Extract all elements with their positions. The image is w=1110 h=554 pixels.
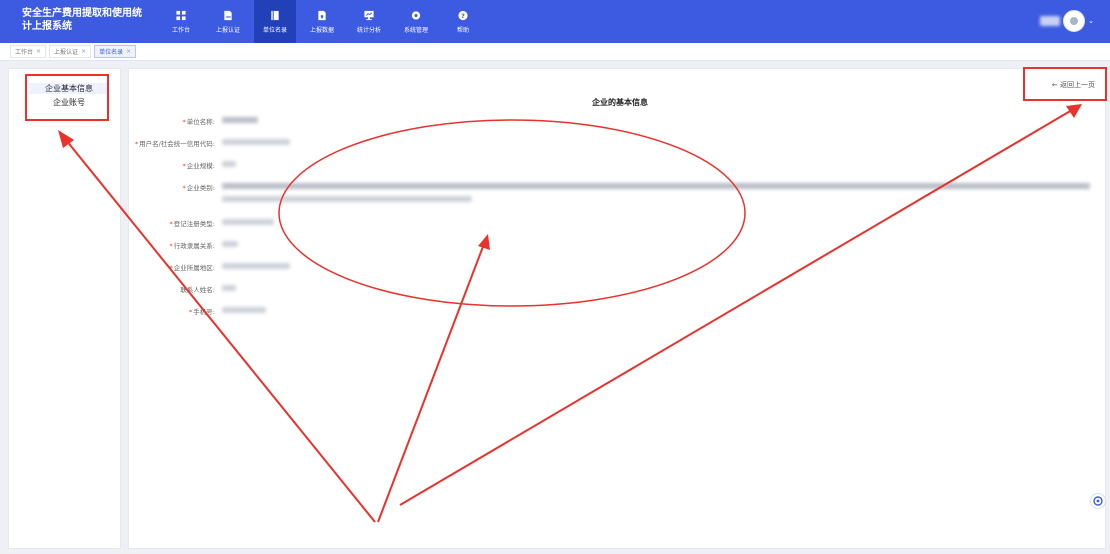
- document-icon: [224, 10, 232, 20]
- redacted-value: [222, 117, 258, 123]
- field-label-text: 企业类别:: [186, 184, 215, 192]
- nav-item-statistics[interactable]: 统计分析: [348, 0, 390, 43]
- redacted-value: [222, 183, 1090, 189]
- field-label-text: 企业所属地区:: [173, 264, 215, 272]
- field-label-phone: *手机号:: [189, 306, 215, 316]
- username-redacted: [1040, 16, 1061, 26]
- chart-monitor-icon: [364, 10, 374, 20]
- sidebar: 企业基本信息 企业账号: [8, 68, 121, 549]
- field-label-credit-code: *用户名/社会统一信用代码:: [135, 138, 215, 148]
- required-mark: *: [189, 308, 193, 316]
- redacted-value: [222, 196, 472, 202]
- top-navigation-bar: 安全生产费用提取和使用统计上报系统 工作台 上报认证 单位名录 上报数据 统计分…: [0, 0, 1110, 43]
- nav-label: 系统管理: [403, 26, 428, 34]
- floating-help-button[interactable]: [1090, 493, 1106, 509]
- gear-icon: [411, 10, 421, 20]
- avatar-icon: [1070, 17, 1079, 25]
- field-label-admin-affiliation: *行政隶属关系:: [170, 240, 215, 250]
- redacted-value: [222, 263, 290, 269]
- grid-icon: [176, 10, 186, 20]
- page-title: 企业的基本信息: [592, 98, 648, 107]
- nav-item-help[interactable]: ? 帮助: [442, 0, 484, 43]
- nav-label: 上报认证: [215, 26, 240, 34]
- tab-workbench[interactable]: 工作台 ×: [10, 45, 47, 58]
- required-mark: *: [182, 118, 186, 126]
- nav-item-unit-directory[interactable]: 单位名录: [254, 0, 296, 43]
- book-icon: [271, 10, 279, 20]
- app-title: 安全生产费用提取和使用统计上报系统: [22, 8, 142, 32]
- tab-label: 上报认证: [54, 49, 79, 56]
- avatar[interactable]: [1063, 10, 1086, 32]
- required-mark: *: [134, 140, 139, 148]
- page-tabs: 工作台 × 上报认证 × 单位名录 ×: [0, 43, 1110, 61]
- field-label-unit-name: *单位名称:: [183, 116, 215, 126]
- redacted-value: [222, 307, 266, 313]
- help-circle-icon: ?: [458, 10, 468, 20]
- redacted-value: [222, 285, 236, 291]
- chevron-down-icon[interactable]: ⌄: [1088, 17, 1094, 25]
- nav-label: 单位名录: [262, 26, 287, 34]
- field-label-contact-name: 联系人姓名:: [179, 284, 215, 294]
- field-label-text: 用户名/社会统一信用代码:: [139, 140, 215, 148]
- field-label-category: *企业类别:: [183, 182, 215, 192]
- tab-label: 工作台: [15, 49, 34, 56]
- chat-icon: [1093, 496, 1103, 506]
- redacted-value: [222, 161, 236, 167]
- svg-text:?: ?: [461, 11, 465, 19]
- sidebar-item-basic-info[interactable]: 企业基本信息: [29, 83, 109, 94]
- required-mark: *: [169, 220, 173, 228]
- nav-label: 帮助: [456, 26, 469, 34]
- required-mark: *: [169, 242, 173, 250]
- nav-item-system-settings[interactable]: 系统管理: [395, 0, 437, 43]
- nav-label: 工作台: [171, 26, 190, 34]
- redacted-value: [222, 219, 274, 225]
- nav-label: 上报数据: [309, 26, 334, 34]
- field-label-registration-type: *登记注册类型:: [170, 218, 215, 228]
- redacted-value: [222, 241, 238, 247]
- nav-item-workbench[interactable]: 工作台: [160, 0, 202, 43]
- close-icon[interactable]: ×: [81, 48, 86, 55]
- redacted-value: [222, 139, 290, 145]
- required-mark: *: [169, 264, 173, 272]
- required-mark: *: [182, 162, 186, 170]
- field-label-text: 企业规模:: [186, 162, 215, 170]
- tab-label: 单位名录: [99, 49, 124, 56]
- tab-unit-directory[interactable]: 单位名录 ×: [94, 45, 137, 58]
- field-label-region: *企业所属地区:: [170, 262, 215, 272]
- field-label-text: 手机号:: [193, 308, 215, 316]
- document-upload-icon: [318, 10, 326, 20]
- field-label-scale: *企业规模:: [183, 160, 215, 170]
- user-menu[interactable]: ⌄: [1040, 10, 1094, 32]
- back-button[interactable]: ← 返回上一页: [1052, 80, 1095, 90]
- tab-report-auth[interactable]: 上报认证 ×: [49, 45, 92, 58]
- close-icon[interactable]: ×: [36, 48, 41, 55]
- close-icon[interactable]: ×: [126, 48, 131, 55]
- nav-item-report-auth[interactable]: 上报认证: [207, 0, 249, 43]
- required-mark: *: [182, 184, 186, 192]
- field-label-text: 联系人姓名:: [180, 286, 215, 294]
- sidebar-item-account[interactable]: 企业账号: [29, 97, 109, 108]
- field-label-text: 单位名称:: [186, 118, 215, 126]
- nav-item-report-data[interactable]: 上报数据: [301, 0, 343, 43]
- main-nav: 工作台 上报认证 单位名录 上报数据 统计分析 系统管理 ? 帮助: [160, 0, 489, 43]
- field-label-text: 登记注册类型:: [173, 220, 215, 228]
- field-label-text: 行政隶属关系:: [173, 242, 215, 250]
- nav-label: 统计分析: [356, 26, 381, 34]
